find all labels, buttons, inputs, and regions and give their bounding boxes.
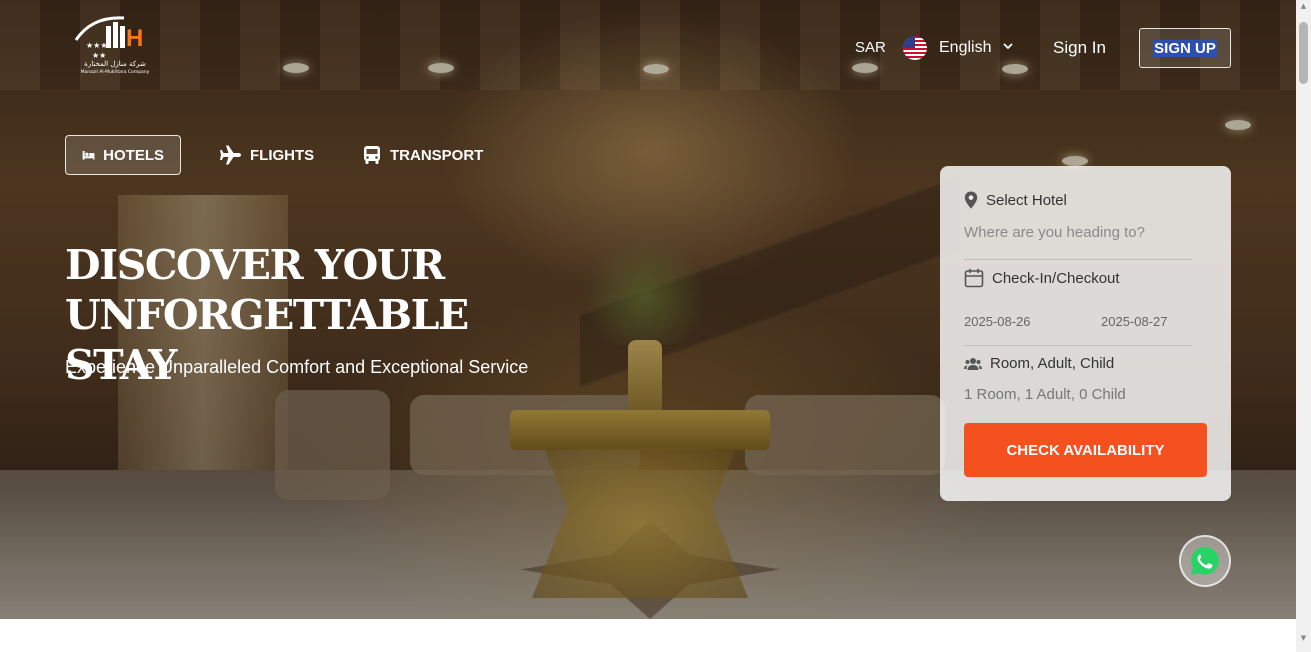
signup-button-label: SIGN UP [1153, 39, 1217, 57]
select-hotel-label-text: Select Hotel [986, 191, 1067, 209]
logo-mark-icon: H ★★★ ★★ [74, 16, 143, 60]
scroll-up-arrow-icon[interactable]: ▲ [1296, 2, 1311, 14]
check-out-date[interactable]: 2025-08-27 [1101, 314, 1168, 329]
us-flag-icon[interactable] [903, 36, 927, 60]
map-pin-icon [964, 191, 978, 209]
guests-selector[interactable]: 1 Room, 1 Adult, 0 Child [964, 386, 1126, 403]
svg-text:★★★: ★★★ [86, 41, 108, 50]
field-divider [964, 259, 1192, 260]
check-in-checkout-label: Check-In/Checkout [964, 268, 1120, 288]
plane-icon [220, 145, 241, 165]
tab-hotels-label: HOTELS [103, 146, 164, 164]
calendar-icon [964, 268, 984, 288]
guests-label: Room, Adult, Child [964, 355, 1114, 372]
tab-transport[interactable]: TRANSPORT [362, 135, 483, 175]
tab-flights[interactable]: FLIGHTS [220, 135, 314, 175]
svg-text:H: H [126, 25, 143, 52]
hero-subline: Experience Unparalleled Comfort and Exce… [65, 357, 529, 377]
svg-text:★★: ★★ [92, 51, 106, 60]
check-in-date[interactable]: 2025-08-26 [964, 314, 1031, 329]
check-availability-button[interactable]: CHECK AVAILABILITY [964, 423, 1207, 477]
scrollbar-thumb[interactable] [1299, 22, 1308, 84]
logo-text-arabic: شركة منازل المختارة [84, 60, 146, 68]
whatsapp-button[interactable] [1179, 535, 1231, 587]
bed-icon [82, 151, 95, 160]
bus-icon [364, 146, 380, 164]
page-scrollbar[interactable]: ▲ ▼ [1296, 0, 1311, 652]
scroll-down-arrow-icon[interactable]: ▼ [1296, 634, 1311, 646]
field-divider [964, 345, 1192, 346]
signin-link[interactable]: Sign In [1053, 38, 1106, 58]
whatsapp-icon [1191, 547, 1219, 575]
language-selector[interactable]: English [939, 39, 991, 57]
guests-label-text: Room, Adult, Child [990, 355, 1115, 372]
hero-headline-line1: DISCOVER YOUR [65, 241, 445, 289]
tab-hotels[interactable]: HOTELS [65, 135, 181, 175]
select-hotel-label: Select Hotel [964, 191, 1067, 209]
flag-canton [903, 36, 915, 48]
signup-button[interactable]: SIGN UP [1139, 28, 1231, 68]
chevron-down-icon[interactable] [1002, 40, 1014, 55]
logo-text-english: Manazil Al-Mukhtara Company [80, 70, 150, 75]
users-icon [964, 357, 982, 370]
check-in-checkout-label-text: Check-In/Checkout [992, 269, 1120, 287]
currency-selector[interactable]: SAR [855, 39, 886, 56]
hotel-search-input[interactable] [964, 222, 1192, 242]
tab-flights-label: FLIGHTS [250, 146, 315, 164]
tab-transport-label: TRANSPORT [390, 146, 484, 164]
